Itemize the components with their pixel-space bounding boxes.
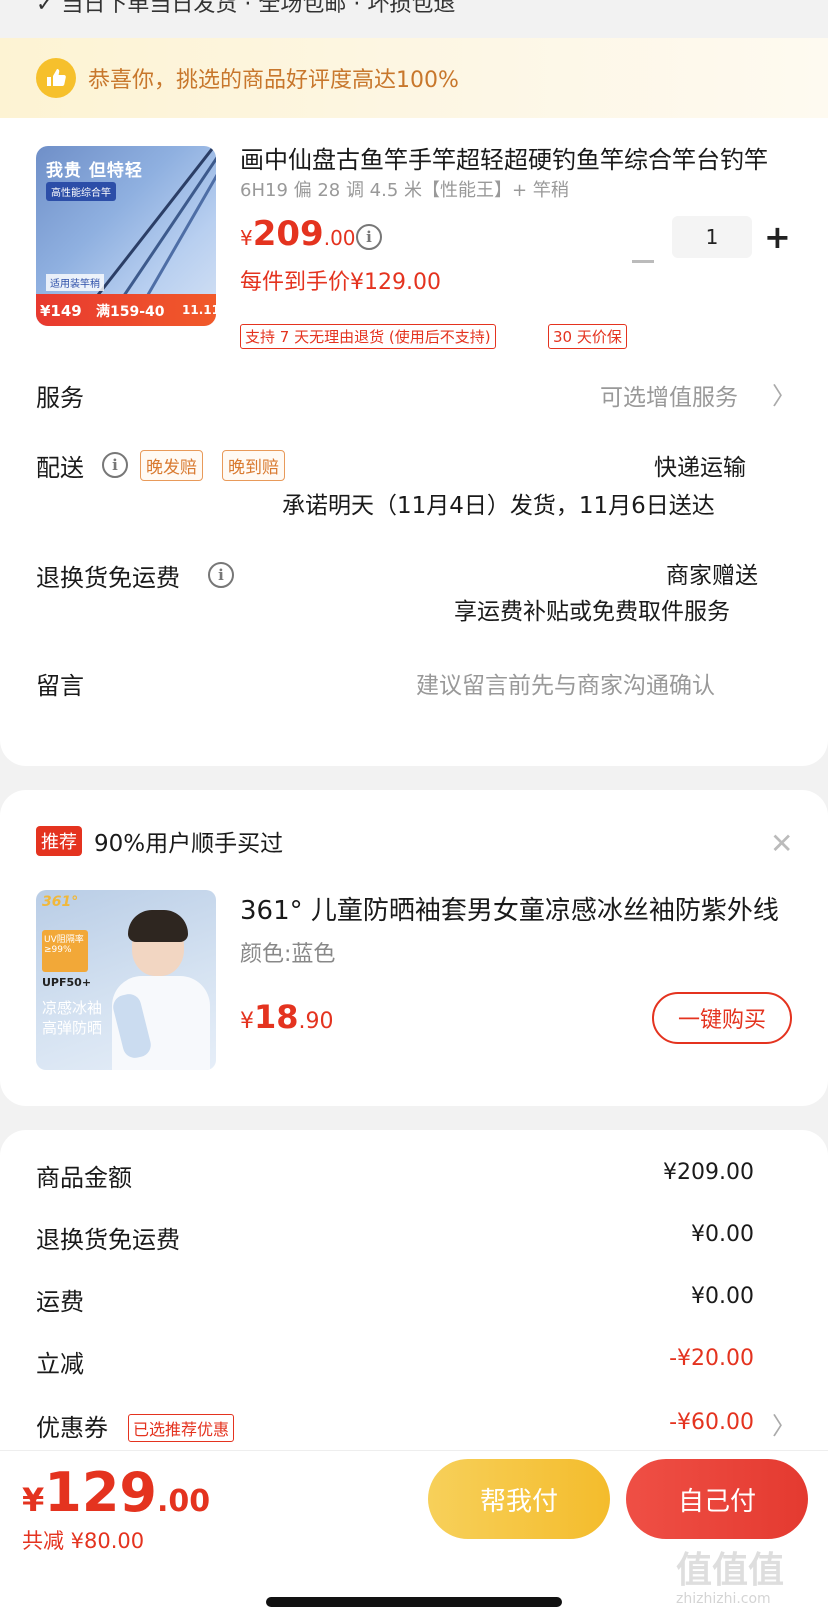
checkout-bar: ¥129.00 共减 ¥80.00 帮我付 自己付 值值值 zhizhizhi.… bbox=[0, 1450, 828, 1619]
praise-banner: 恭喜你，挑选的商品好评度高达100% bbox=[0, 38, 828, 118]
image-promo: 满159-40 bbox=[96, 304, 165, 320]
recommend-card: 推荐 90%用户顺手买过 ✕ 361° UV阻隔率 ≥99% UPF50+ 凉感… bbox=[0, 790, 828, 1106]
recommend-price: ¥18.90 bbox=[240, 998, 334, 1036]
decrease-quantity-button[interactable] bbox=[632, 260, 654, 263]
image-headline: 我贵 但特轻 bbox=[46, 161, 143, 181]
recommend-text: 90%用户顺手买过 bbox=[94, 831, 284, 857]
delivery-promise: 承诺明天（11月4日）发货，11月6日送达 bbox=[282, 493, 715, 519]
image-note: 适用装竿稍 bbox=[46, 274, 104, 291]
delivery-method[interactable]: 快递运输 bbox=[654, 448, 746, 482]
order-item-card: 恭喜你，挑选的商品好评度高达100% 我贵 但特轻 高性能综合竿 适用装竿稍 ¥… bbox=[0, 38, 828, 766]
total-price: ¥129.00 bbox=[22, 1461, 210, 1524]
product-spec[interactable]: 6H19 偏 28 调 4.5 米【性能王】+ 竿稍 bbox=[240, 176, 569, 202]
top-clipped-text: ✓ 当日下单当日发货 · 全场包邮 · 坏损包退 bbox=[36, 0, 456, 17]
message-label: 留言 bbox=[36, 672, 84, 700]
price-currency: ¥ bbox=[240, 226, 253, 250]
thumbs-up-icon bbox=[36, 58, 76, 98]
upf-label: UPF50+ bbox=[42, 976, 92, 989]
product-image[interactable]: 我贵 但特轻 高性能综合竿 适用装竿稍 ¥149 满159-40 11.11 bbox=[36, 146, 216, 326]
service-label: 服务 bbox=[36, 384, 84, 412]
summary-value: -¥20.00 bbox=[669, 1346, 754, 1371]
summary-label: 商品金额 bbox=[36, 1164, 132, 1192]
summary-label: 退换货免运费 bbox=[36, 1226, 180, 1254]
chevron-right-icon[interactable]: 〉 bbox=[772, 1406, 796, 1441]
image-subline: 高性能综合竿 bbox=[46, 182, 116, 201]
product-title[interactable]: 画中仙盘古鱼竿手竿超轻超硬钓鱼竿综合竿台钓竿 bbox=[240, 140, 780, 175]
watermark-url: zhizhizhi.com bbox=[676, 1591, 771, 1607]
coupon-label: 优惠券 bbox=[36, 1414, 108, 1442]
summary-label: 运费 bbox=[36, 1288, 84, 1316]
return-fee-label: 退换货免运费 bbox=[36, 564, 180, 592]
home-indicator[interactable] bbox=[266, 1597, 562, 1607]
service-value[interactable]: 可选增值服务 bbox=[600, 378, 738, 412]
image-event: 11.11 bbox=[182, 303, 216, 317]
close-icon[interactable]: ✕ bbox=[770, 830, 793, 858]
coupon-value[interactable]: -¥60.00 bbox=[554, 1410, 754, 1435]
total-currency: ¥ bbox=[22, 1481, 45, 1519]
late-arrive-badge: 晚到赔 bbox=[222, 450, 285, 481]
image-price: ¥149 bbox=[40, 302, 82, 320]
summary-value: ¥209.00 bbox=[663, 1160, 754, 1185]
recommend-badge: 推荐 bbox=[36, 826, 82, 856]
final-price: 每件到手价¥129.00 bbox=[240, 270, 441, 295]
summary-value: ¥0.00 bbox=[691, 1222, 754, 1247]
recommend-color: 颜色:蓝色 bbox=[240, 942, 336, 967]
quantity-input[interactable]: 1 bbox=[672, 216, 752, 258]
help-pay-button[interactable]: 帮我付 bbox=[428, 1459, 610, 1539]
one-click-buy-button[interactable]: 一键购买 bbox=[652, 992, 792, 1044]
increase-quantity-button[interactable]: + bbox=[764, 220, 791, 254]
price-decimal: .00 bbox=[323, 226, 356, 250]
total-integer: 129 bbox=[44, 1461, 157, 1524]
image-caption: 凉感冰袖 高弹防晒 bbox=[42, 999, 103, 1037]
delivery-label: 配送 bbox=[36, 454, 84, 482]
chevron-right-icon[interactable]: 〉 bbox=[772, 376, 796, 411]
message-input[interactable]: 建议留言前先与商家沟通确认 bbox=[416, 666, 715, 700]
kid-hair-graphic bbox=[128, 910, 188, 942]
uv-badge: UV阻隔率 ≥99% bbox=[42, 930, 88, 972]
price-currency: ¥ bbox=[240, 1009, 254, 1034]
price-integer: 209 bbox=[252, 214, 324, 254]
summary-label: 立减 bbox=[36, 1350, 84, 1378]
recommend-title[interactable]: 361° 儿童防晒袖套男女童凉感冰丝袖防紫外线 bbox=[240, 890, 788, 927]
return-fee-info-icon[interactable]: i bbox=[208, 562, 234, 588]
return-fee-value: 商家赠送 bbox=[666, 563, 758, 589]
price-integer: 18 bbox=[254, 998, 299, 1036]
price-protection-tag: 30 天价保 bbox=[548, 324, 627, 349]
return-fee-detail: 享运费补贴或免费取件服务 bbox=[454, 599, 730, 625]
return-policy-tag: 支持 7 天无理由退货 (使用后不支持) bbox=[240, 324, 496, 349]
coupon-tag: 已选推荐优惠 bbox=[128, 1414, 235, 1442]
total-decimal: .00 bbox=[157, 1484, 211, 1519]
brand-logo: 361° bbox=[42, 894, 79, 910]
total-saved: 共减 ¥80.00 bbox=[22, 1529, 145, 1553]
self-pay-button[interactable]: 自己付 bbox=[626, 1459, 808, 1539]
watermark-logo: 值值值 bbox=[676, 1550, 785, 1591]
price-decimal: .90 bbox=[298, 1009, 334, 1034]
banner-text: 恭喜你，挑选的商品好评度高达100% bbox=[88, 68, 459, 93]
recommend-product-image[interactable]: 361° UV阻隔率 ≥99% UPF50+ 凉感冰袖 高弹防晒 bbox=[36, 890, 216, 1070]
summary-value: ¥0.00 bbox=[691, 1284, 754, 1309]
product-price: ¥209.00 bbox=[240, 214, 356, 254]
delivery-info-icon[interactable]: i bbox=[102, 452, 128, 478]
price-info-icon[interactable]: i bbox=[356, 224, 382, 250]
late-ship-badge: 晚发赔 bbox=[140, 450, 203, 481]
